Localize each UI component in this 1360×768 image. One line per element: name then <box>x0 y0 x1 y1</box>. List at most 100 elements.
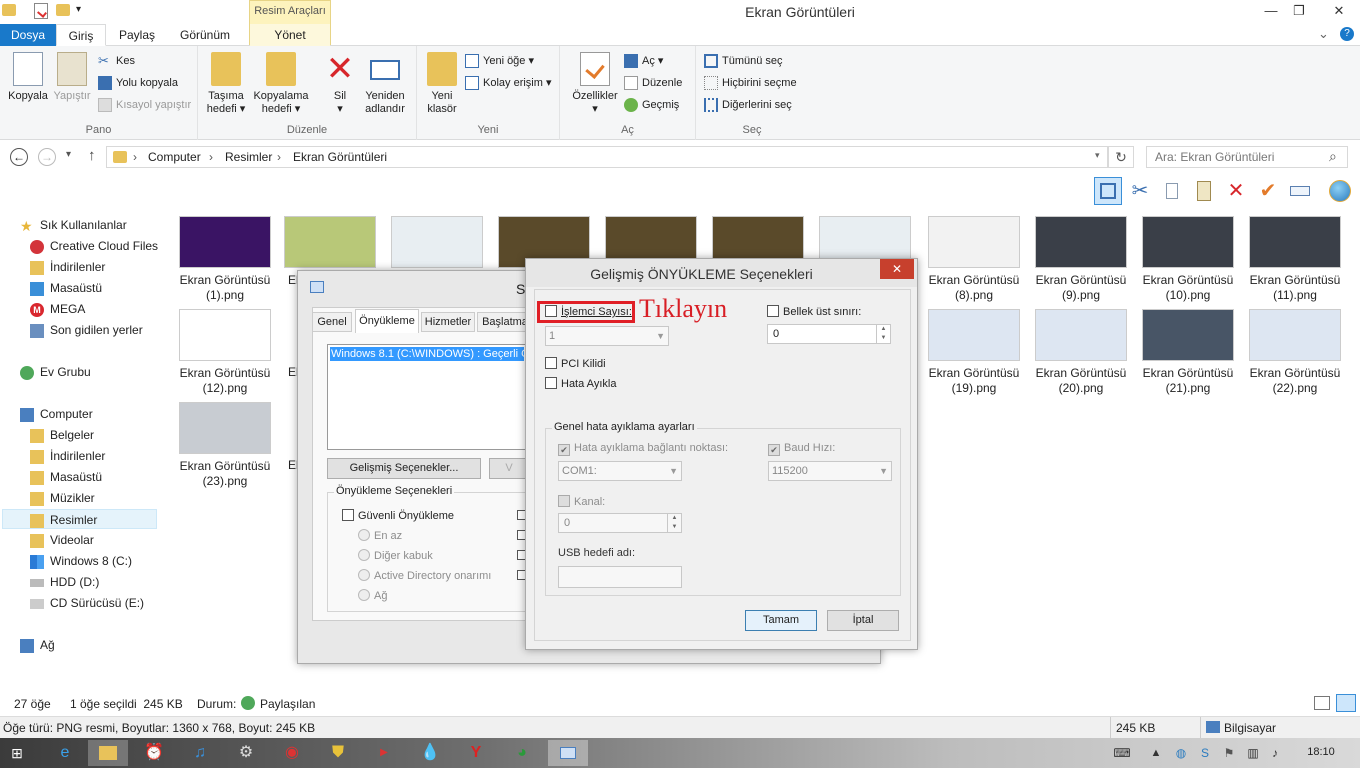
move-to-button[interactable]: Taşıma hedefi ▾ <box>204 52 248 116</box>
nav-videos[interactable]: Videolar <box>30 530 94 550</box>
thumb-item[interactable]: Ekran Görüntüsü (19).png <box>924 309 1024 396</box>
spin-buttons[interactable]: ▲ ▼ <box>876 325 890 343</box>
spin-buttons[interactable]: ▲ ▼ <box>667 514 681 532</box>
drop-icon[interactable]: 💧 <box>410 740 450 766</box>
invert-selection-button[interactable]: Diğerlerini seç <box>704 95 792 115</box>
thumb-item[interactable]: Ekran Görüntüsü (11).png <box>1245 216 1345 303</box>
thumb-item[interactable]: Ekran Görüntüsü (8).png <box>924 216 1024 303</box>
address-history-button[interactable]: ▾ <box>1095 150 1100 161</box>
search-icon[interactable]: ⌕ <box>1329 148 1337 165</box>
help-icon[interactable]: ? <box>1340 27 1354 41</box>
alternate-shell-radio[interactable]: Diğer kabuk <box>358 549 433 562</box>
nav-drive-c[interactable]: Windows 8 (C:) <box>30 551 132 571</box>
history-button[interactable]: Geçmiş <box>624 95 679 115</box>
safe-boot-checkbox[interactable]: Güvenli Önyükleme <box>342 509 454 523</box>
nav-homegroup[interactable]: Ev Grubu <box>20 362 91 382</box>
video-app-icon[interactable]: ▶ <box>364 740 404 766</box>
tab-general[interactable]: Genel <box>312 312 352 332</box>
nav-recent[interactable]: Son gidilen yerler <box>30 320 143 340</box>
delete-icon[interactable]: ✕ <box>1222 177 1250 205</box>
pci-lock-checkbox[interactable]: PCI Kilidi <box>545 357 606 371</box>
crumb-screenshots[interactable]: Ekran Görüntüleri <box>293 150 387 164</box>
new-folder-button[interactable]: Yeni klasör <box>421 52 463 116</box>
ok-button[interactable]: Tamam <box>745 610 817 631</box>
network-radio[interactable]: Ağ <box>358 589 387 602</box>
nav-downloads-2[interactable]: İndirilenler <box>30 446 105 466</box>
boot-list-item[interactable]: Windows 8.1 (C:\WINDOWS) : Geçerli OS <box>330 347 524 361</box>
select-all-button[interactable]: Tümünü seç <box>704 51 783 71</box>
preview-pane-icon[interactable] <box>1094 177 1122 205</box>
crumb-computer[interactable]: Computer <box>148 150 201 164</box>
nav-pictures[interactable]: Resimler <box>2 509 157 529</box>
network-app-icon[interactable]: ⚙ <box>226 740 266 766</box>
select-none-button[interactable]: Hiçbirini seçme <box>704 73 797 93</box>
msconfig-taskbar-icon[interactable] <box>548 740 588 766</box>
baud-rate-select[interactable]: 115200 ▼ <box>768 461 892 481</box>
cpu-count-checkbox[interactable]: İşlemci Sayısı: <box>545 305 632 319</box>
properties-check-icon[interactable]: ✔ <box>1254 177 1282 205</box>
thumb-item[interactable]: Ekran Görüntüsü (9).png <box>1031 216 1131 303</box>
cpu-count-select[interactable]: 1 ▼ <box>545 326 669 346</box>
properties-button[interactable]: Özellikler ▾ <box>568 52 622 116</box>
tab-file[interactable]: Dosya <box>0 24 56 46</box>
back-button[interactable]: ← <box>10 148 28 166</box>
thumb-item[interactable]: Ekran Görüntüsü (20).png <box>1031 309 1131 396</box>
baud-rate-checkbox[interactable]: ✔ Baud Hızı: <box>768 441 835 456</box>
up-button[interactable]: ↑ <box>88 147 96 164</box>
thumb-item[interactable]: Ekran Görüntüsü (23).png <box>175 402 275 489</box>
copy-path-button[interactable]: Yolu kopyala <box>98 73 178 93</box>
nav-desktop-2[interactable]: Masaüstü <box>30 467 102 487</box>
boot-list[interactable]: Windows 8.1 (C:\WINDOWS) : Geçerli OS <box>327 344 527 450</box>
tab-manage[interactable]: Yönet <box>250 24 330 46</box>
open-button[interactable]: Aç ▾ <box>624 51 663 71</box>
refresh-button[interactable]: ↻ <box>1108 146 1134 168</box>
volume-icon[interactable]: ♪ <box>1264 740 1286 766</box>
details-view-icon[interactable] <box>1314 696 1330 710</box>
yandex-icon[interactable]: Y <box>456 740 496 766</box>
thumb-item[interactable]: Ekran Görüntüsü (1).png <box>175 216 275 303</box>
nav-drive-e[interactable]: CD Sürücüsü (E:) <box>30 593 144 613</box>
set-default-button[interactable]: V <box>489 458 529 479</box>
rename-icon[interactable] <box>1286 177 1314 205</box>
tab-boot[interactable]: Önyükleme <box>355 309 419 333</box>
dialog-close-button[interactable]: ✕ <box>880 259 914 279</box>
thumb-item-partial[interactable] <box>389 216 485 268</box>
network-tray-icon[interactable]: ▥ <box>1242 740 1264 766</box>
paste-button[interactable]: Yapıştır <box>50 52 94 103</box>
tab-share[interactable]: Paylaş <box>110 24 164 46</box>
nav-favorites[interactable]: ★ Sık Kullanılanlar <box>20 215 127 235</box>
usb-target-input[interactable] <box>558 566 682 588</box>
nav-documents[interactable]: Belgeler <box>30 425 94 445</box>
media-app-icon[interactable]: ◉ <box>272 740 312 766</box>
cut-icon[interactable]: ✂ <box>1126 177 1154 205</box>
paste-shortcut-button[interactable]: Kısayol yapıştır <box>98 95 191 115</box>
nav-music[interactable]: Müzikler <box>30 488 95 508</box>
channel-checkbox[interactable]: Kanal: <box>558 495 605 509</box>
tab-home[interactable]: Giriş <box>56 24 106 46</box>
edit-button[interactable]: Düzenle <box>624 73 682 93</box>
tray-icon[interactable]: ⚑ <box>1218 740 1240 766</box>
minimal-radio[interactable]: En az <box>358 529 402 542</box>
ad-repair-radio[interactable]: Active Directory onarımı <box>358 569 491 582</box>
minimize-button[interactable]: — <box>1256 0 1286 22</box>
large-icons-view-icon[interactable] <box>1336 694 1356 712</box>
address-bar[interactable]: › Computer › Resimler › Ekran Görüntüler… <box>106 146 1108 168</box>
show-hidden-icons[interactable]: ▲ <box>1146 740 1166 766</box>
tray-app-icon[interactable]: ◍ <box>1170 740 1192 766</box>
tab-services[interactable]: Hizmetler <box>421 312 475 332</box>
thumb-item[interactable]: Ekran Görüntüsü (21).png <box>1138 309 1238 396</box>
skype-icon[interactable]: S <box>1194 740 1216 766</box>
keyboard-icon[interactable]: ⌨ <box>1110 740 1134 766</box>
ribbon-expand-icon[interactable]: ⌄ <box>1318 26 1329 42</box>
delete-button[interactable]: ✕ Sil ▾ <box>318 52 362 116</box>
shield-icon[interactable]: ⛊ <box>318 740 358 766</box>
alarm-icon[interactable]: ⏰ <box>134 740 174 766</box>
cancel-button[interactable]: İptal <box>827 610 899 631</box>
nav-downloads[interactable]: İndirilenler <box>30 257 105 277</box>
forward-button[interactable]: → <box>38 148 56 166</box>
itunes-icon[interactable]: ♫ <box>180 740 220 766</box>
nav-computer[interactable]: Computer <box>20 404 93 424</box>
cut-button[interactable]: ✂ Kes <box>98 51 135 71</box>
nav-mega[interactable]: M MEGA <box>30 299 85 319</box>
new-item-button[interactable]: Yeni öğe ▾ <box>465 51 534 71</box>
